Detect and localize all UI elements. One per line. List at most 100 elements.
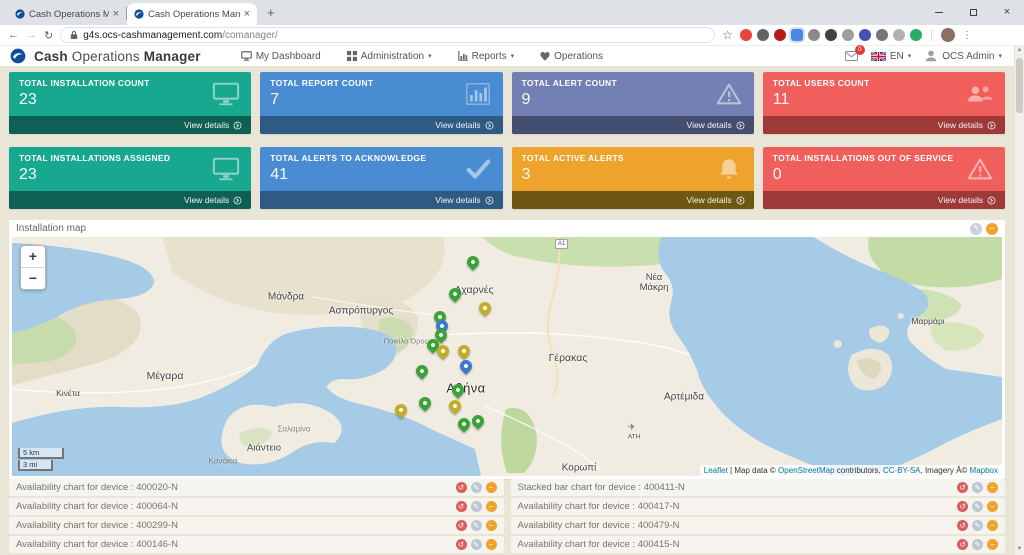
refresh-button[interactable]: ↺: [455, 520, 467, 531]
tab-close-icon[interactable]: ×: [113, 8, 119, 20]
view-details-link[interactable]: View details: [762, 191, 1005, 209]
lock-icon: [70, 30, 78, 40]
nav-operations[interactable]: Operations: [540, 51, 603, 62]
collapse-button[interactable]: −: [485, 539, 497, 550]
chart-panel-row[interactable]: Availability chart for device : 400479-N…: [510, 517, 1005, 534]
edit-button[interactable]: ✎: [972, 539, 983, 550]
chart-panel-row[interactable]: Stacked bar chart for device : 400411-N ↺…: [510, 479, 1005, 496]
extension-icon[interactable]: [807, 29, 820, 41]
nav-my-dashboard[interactable]: My Dashboard: [240, 51, 321, 62]
nav-reports[interactable]: Reports ▾: [457, 51, 514, 62]
extension-icon[interactable]: [841, 29, 854, 41]
forward-button[interactable]: →: [26, 29, 37, 41]
map-canvas[interactable]: + − A1 ✈ 5 km 3 mi Leaflet | Map data © …: [12, 237, 1002, 476]
refresh-button[interactable]: ↺: [455, 482, 467, 493]
user-menu[interactable]: OCS Admin ▾: [924, 49, 1002, 63]
leaflet-link[interactable]: Leaflet: [704, 466, 728, 475]
app-title: Cash Operations Manager: [34, 49, 201, 64]
panel-edit-button[interactable]: ✎: [970, 222, 982, 235]
collapse-button[interactable]: −: [485, 482, 497, 493]
edit-button[interactable]: ✎: [972, 482, 983, 493]
refresh-button[interactable]: ↺: [455, 501, 467, 512]
extension-icon[interactable]: [739, 29, 752, 41]
scrollbar-up-icon[interactable]: ▲: [1015, 45, 1024, 56]
refresh-button[interactable]: ↺: [957, 520, 968, 531]
chevron-down-icon: ▾: [907, 53, 912, 60]
extension-icon[interactable]: [756, 29, 769, 41]
dashboard-card: TOTAL ALERT COUNT 9 View details: [511, 72, 754, 134]
collapse-button[interactable]: −: [987, 520, 998, 531]
nav-administration[interactable]: Administration ▾: [346, 51, 432, 62]
chart-panel-row[interactable]: Availability chart for device : 400146-N…: [9, 536, 504, 553]
card-body: TOTAL INSTALLATIONS ASSIGNED 23: [9, 147, 251, 191]
map-zoom-in-button[interactable]: +: [21, 246, 45, 267]
collapse-button[interactable]: −: [987, 501, 998, 512]
page-scrollbar[interactable]: ▲ ▼: [1014, 45, 1024, 555]
extension-icon[interactable]: [909, 29, 922, 41]
mapbox-link[interactable]: Mapbox: [970, 466, 998, 475]
license-link[interactable]: CC-BY-SA: [883, 466, 921, 475]
osm-link[interactable]: OpenStreetMap: [778, 466, 834, 475]
window-minimize-button[interactable]: [922, 0, 956, 25]
browser-window: Cash Operations Manager × Cash Operation…: [0, 0, 1024, 555]
messages-button[interactable]: 0: [844, 45, 865, 61]
refresh-button[interactable]: ↺: [957, 501, 968, 512]
scrollbar-down-icon[interactable]: ▼: [1015, 544, 1024, 555]
view-details-label: View details: [937, 195, 983, 205]
view-details-link[interactable]: View details: [260, 191, 503, 209]
monitor-icon: [212, 81, 240, 107]
view-details-link[interactable]: View details: [762, 116, 1005, 134]
view-details-link[interactable]: View details: [511, 116, 754, 134]
map-zoom-out-button[interactable]: −: [21, 268, 45, 289]
dashboard-card: TOTAL INSTALLATION COUNT 23 View details: [9, 72, 252, 134]
refresh-button[interactable]: ↺: [957, 539, 968, 550]
view-details-link[interactable]: View details: [9, 191, 252, 209]
browser-tab-active[interactable]: Cash Operations Manager ×: [127, 3, 257, 25]
chart-panel-row[interactable]: Availability chart for device : 400417-N…: [510, 498, 1005, 515]
edit-button[interactable]: ✎: [470, 520, 482, 531]
refresh-button[interactable]: ↺: [455, 539, 467, 550]
reload-button[interactable]: ↻: [44, 29, 53, 42]
window-close-button[interactable]: ×: [990, 0, 1024, 25]
extension-icon[interactable]: [790, 29, 803, 41]
extension-icon[interactable]: [824, 29, 837, 41]
collapse-button[interactable]: −: [485, 520, 497, 531]
collapse-button[interactable]: −: [987, 482, 998, 493]
extension-icon[interactable]: [875, 29, 888, 41]
refresh-button[interactable]: ↺: [957, 482, 968, 493]
chart-panel-row[interactable]: Availability chart for device : 400415-N…: [510, 536, 1005, 553]
language-selector[interactable]: EN ▾: [870, 51, 912, 62]
view-details-icon: [233, 196, 242, 205]
warning-triangle-icon: [715, 81, 743, 107]
extension-icon[interactable]: [773, 29, 786, 41]
browser-profile-avatar[interactable]: [940, 28, 955, 42]
row-buttons: ↺ ✎ −: [455, 501, 497, 512]
panel-collapse-button[interactable]: −: [986, 222, 998, 235]
edit-button[interactable]: ✎: [972, 501, 983, 512]
chart-panel-row[interactable]: Availability chart for device : 400020-N…: [9, 479, 504, 496]
card-body: TOTAL INSTALLATIONS OUT OF SERVICE 0: [763, 147, 1005, 191]
collapse-button[interactable]: −: [485, 501, 497, 512]
view-details-link[interactable]: View details: [511, 191, 754, 209]
edit-button[interactable]: ✎: [470, 482, 482, 493]
browser-tab[interactable]: Cash Operations Manager ×: [8, 3, 126, 25]
url-input[interactable]: g4s.ocs-cashmanagement.com/comanager/: [60, 27, 716, 43]
new-tab-button[interactable]: +: [267, 6, 275, 19]
extension-icon[interactable]: [892, 29, 905, 41]
view-details-link[interactable]: View details: [9, 116, 252, 134]
view-details-link[interactable]: View details: [260, 116, 503, 134]
tab-close-icon[interactable]: ×: [244, 8, 250, 20]
bookmark-star-icon[interactable]: ☆: [722, 28, 733, 42]
extension-icon[interactable]: [858, 29, 871, 41]
edit-button[interactable]: ✎: [470, 539, 482, 550]
window-maximize-button[interactable]: [956, 0, 990, 25]
back-button[interactable]: ←: [8, 29, 19, 41]
scrollbar-thumb[interactable]: [1016, 58, 1023, 113]
edit-button[interactable]: ✎: [470, 501, 482, 512]
collapse-button[interactable]: −: [987, 539, 998, 550]
user-name: OCS Admin: [942, 50, 995, 62]
chart-panel-row[interactable]: Availability chart for device : 400299-N…: [9, 517, 504, 534]
browser-menu-icon[interactable]: ⋮: [962, 30, 973, 41]
edit-button[interactable]: ✎: [972, 520, 983, 531]
chart-panel-row[interactable]: Availability chart for device : 400064-N…: [9, 498, 504, 515]
